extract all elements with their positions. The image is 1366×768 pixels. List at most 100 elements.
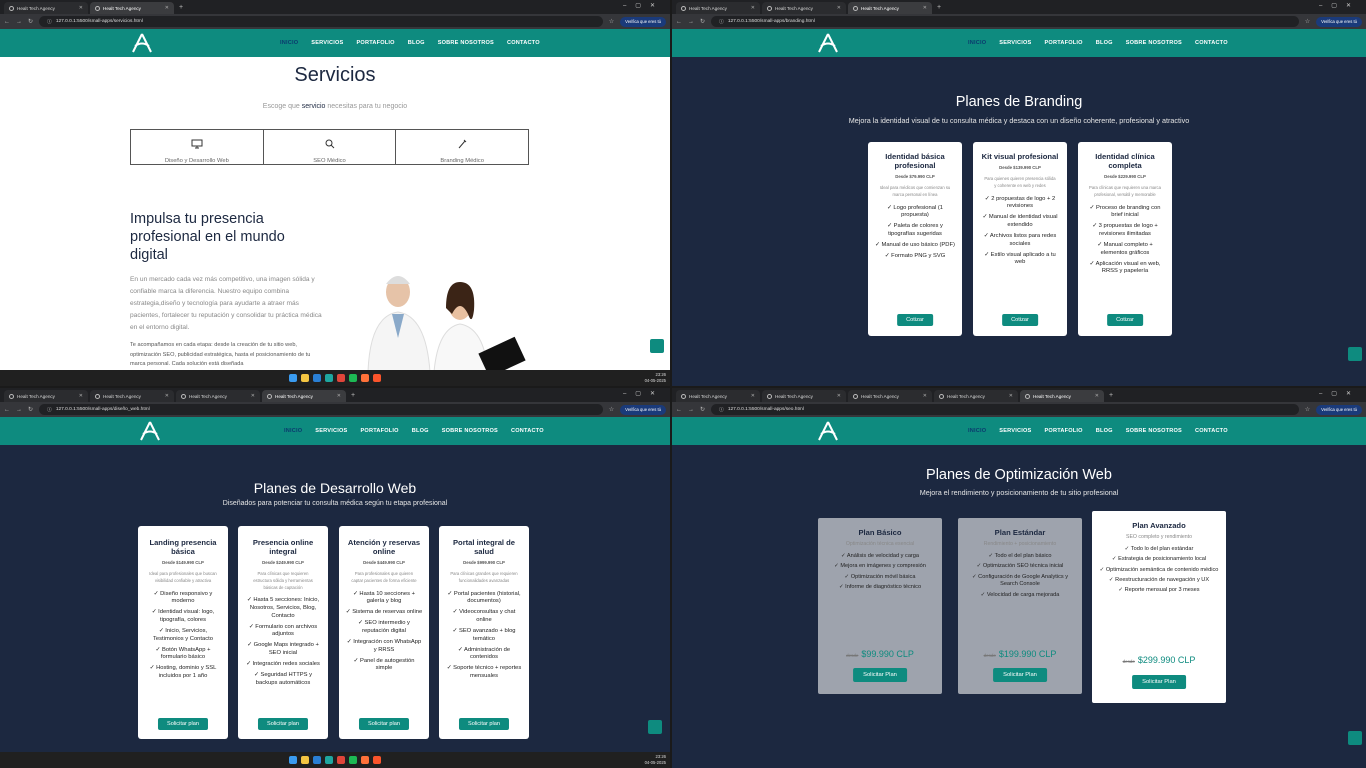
nav-blog[interactable]: BLOG	[412, 428, 429, 434]
nav-inicio[interactable]: INICIO	[280, 40, 298, 46]
solicitar-plan-button[interactable]: Solicitar Plan	[993, 668, 1047, 682]
explorer-icon[interactable]	[301, 756, 309, 764]
star-icon[interactable]: ☆	[609, 406, 614, 413]
nav-blog[interactable]: BLOG	[1096, 40, 1113, 46]
close-icon[interactable]: ✕	[165, 5, 169, 11]
window-controls[interactable]: –▢✕	[623, 2, 664, 9]
brand-logo[interactable]	[816, 420, 840, 442]
forward-icon[interactable]: →	[688, 19, 694, 25]
close-icon[interactable]: ✕	[751, 393, 755, 399]
back-icon[interactable]: ←	[676, 407, 682, 413]
nav-servicios[interactable]: SERVICIOS	[315, 428, 347, 434]
firefox-icon[interactable]	[361, 756, 369, 764]
verify-button[interactable]: Verifica que eres tú	[1316, 16, 1362, 27]
browser-tab[interactable]: Healt Tech Agency ✕	[176, 390, 260, 402]
browser-tab[interactable]: Healt Tech Agency ✕	[90, 390, 174, 402]
browser-tab[interactable]: Healt Tech Agency ✕	[676, 390, 760, 402]
close-icon[interactable]: ✕	[837, 393, 841, 399]
close-icon[interactable]: ✕	[1095, 393, 1099, 399]
brave-icon[interactable]	[373, 756, 381, 764]
close-icon[interactable]: ✕	[751, 5, 755, 11]
star-icon[interactable]: ☆	[1305, 18, 1310, 25]
nav-servicios[interactable]: SERVICIOS	[311, 40, 343, 46]
browser-tab-active[interactable]: Healt Tech Agency ✕	[262, 390, 346, 402]
nav-blog[interactable]: BLOG	[408, 40, 425, 46]
explorer-icon[interactable]	[301, 374, 309, 382]
new-tab-button[interactable]: +	[934, 2, 941, 14]
back-icon[interactable]: ←	[4, 19, 10, 25]
floating-action-button[interactable]	[648, 720, 662, 734]
forward-icon[interactable]: →	[16, 407, 22, 413]
reload-icon[interactable]: ↻	[28, 406, 33, 413]
nav-portafolio[interactable]: PORTAFOLIO	[1044, 40, 1082, 46]
nav-inicio[interactable]: INICIO	[284, 428, 302, 434]
close-icon[interactable]: ✕	[337, 393, 341, 399]
floating-action-button[interactable]	[650, 339, 664, 353]
chrome-icon[interactable]	[337, 374, 345, 382]
nav-inicio[interactable]: INICIO	[968, 428, 986, 434]
close-icon[interactable]: ✕	[79, 5, 83, 11]
window-controls[interactable]: –▢✕	[1319, 390, 1360, 397]
floating-action-button[interactable]	[1348, 347, 1362, 361]
new-tab-button[interactable]: +	[176, 2, 183, 14]
brave-icon[interactable]	[373, 374, 381, 382]
nav-servicios[interactable]: SERVICIOS	[999, 40, 1031, 46]
solicitar-plan-button[interactable]: Solicitar plan	[358, 718, 410, 730]
service-option-web[interactable]: Diseño y Desarrollo Web	[131, 130, 264, 164]
close-icon[interactable]: ✕	[923, 393, 927, 399]
verify-button[interactable]: Verifica que eres tú	[620, 404, 666, 415]
browser-tab[interactable]: Healt Tech Agency ✕	[848, 390, 932, 402]
cotizar-button[interactable]: Cotizar	[1107, 314, 1143, 326]
reload-icon[interactable]: ↻	[700, 406, 705, 413]
browser-tab-active[interactable]: Healt Tech Agency ✕	[90, 2, 174, 14]
close-icon[interactable]: ✕	[837, 5, 841, 11]
brand-logo[interactable]	[130, 32, 154, 54]
chrome-icon[interactable]	[337, 756, 345, 764]
solicitar-plan-button[interactable]: Solicitar Plan	[853, 668, 907, 682]
nav-servicios[interactable]: SERVICIOS	[999, 428, 1031, 434]
nav-portafolio[interactable]: PORTAFOLIO	[360, 428, 398, 434]
nav-contacto[interactable]: CONTACTO	[511, 428, 544, 434]
url-field[interactable]: ⓘ 127.0.0.1:5500/small-apps/servicios.htm…	[39, 16, 603, 27]
new-tab-button[interactable]: +	[1106, 390, 1113, 402]
window-controls[interactable]: –▢✕	[623, 390, 664, 397]
forward-icon[interactable]: →	[688, 407, 694, 413]
new-tab-button[interactable]: +	[348, 390, 355, 402]
nav-portafolio[interactable]: PORTAFOLIO	[1044, 428, 1082, 434]
close-icon[interactable]: ✕	[923, 5, 927, 11]
brand-logo[interactable]	[138, 420, 162, 442]
nav-sobre-nosotros[interactable]: SOBRE NOSOTROS	[1126, 428, 1182, 434]
floating-action-button[interactable]	[1348, 731, 1362, 745]
verify-button[interactable]: Verifica que eres tú	[620, 16, 666, 27]
nav-sobre-nosotros[interactable]: SOBRE NOSOTROS	[1126, 40, 1182, 46]
forward-icon[interactable]: →	[16, 19, 22, 25]
url-field[interactable]: ⓘ 127.0.0.1:5500/small-apps/seo.html	[711, 404, 1299, 415]
browser-tab-active[interactable]: Healt Tech Agency ✕	[848, 2, 932, 14]
close-icon[interactable]: ✕	[1009, 393, 1013, 399]
close-icon[interactable]: ✕	[251, 393, 255, 399]
close-icon[interactable]: ✕	[79, 393, 83, 399]
cotizar-button[interactable]: Cotizar	[1002, 314, 1038, 326]
vscode-icon[interactable]	[313, 374, 321, 382]
url-field[interactable]: ⓘ 127.0.0.1:5500/small-apps/branding.html	[711, 16, 1299, 27]
browser-tab[interactable]: Healt Tech Agency ✕	[762, 2, 846, 14]
spotify-icon[interactable]	[349, 756, 357, 764]
service-option-branding[interactable]: Branding Médico	[396, 130, 528, 164]
edge-icon[interactable]	[325, 756, 333, 764]
cotizar-button[interactable]: Cotizar	[897, 314, 933, 326]
browser-tab[interactable]: Healt Tech Agency ✕	[934, 390, 1018, 402]
url-field[interactable]: ⓘ 127.0.0.1:5500/small-apps/diseño_web.ht…	[39, 404, 603, 415]
solicitar-plan-button[interactable]: Solicitar plan	[157, 718, 209, 730]
nav-sobre-nosotros[interactable]: SOBRE NOSOTROS	[442, 428, 498, 434]
browser-tab[interactable]: Healt Tech Agency ✕	[4, 2, 88, 14]
nav-inicio[interactable]: INICIO	[968, 40, 986, 46]
firefox-icon[interactable]	[361, 374, 369, 382]
nav-blog[interactable]: BLOG	[1096, 428, 1113, 434]
star-icon[interactable]: ☆	[1305, 406, 1310, 413]
windows-start-icon[interactable]	[289, 374, 297, 382]
verify-button[interactable]: Verifica que eres tú	[1316, 404, 1362, 415]
browser-tab[interactable]: Healt Tech Agency ✕	[762, 390, 846, 402]
browser-tab[interactable]: Healt Tech Agency ✕	[4, 390, 88, 402]
back-icon[interactable]: ←	[676, 19, 682, 25]
nav-contacto[interactable]: CONTACTO	[1195, 428, 1228, 434]
